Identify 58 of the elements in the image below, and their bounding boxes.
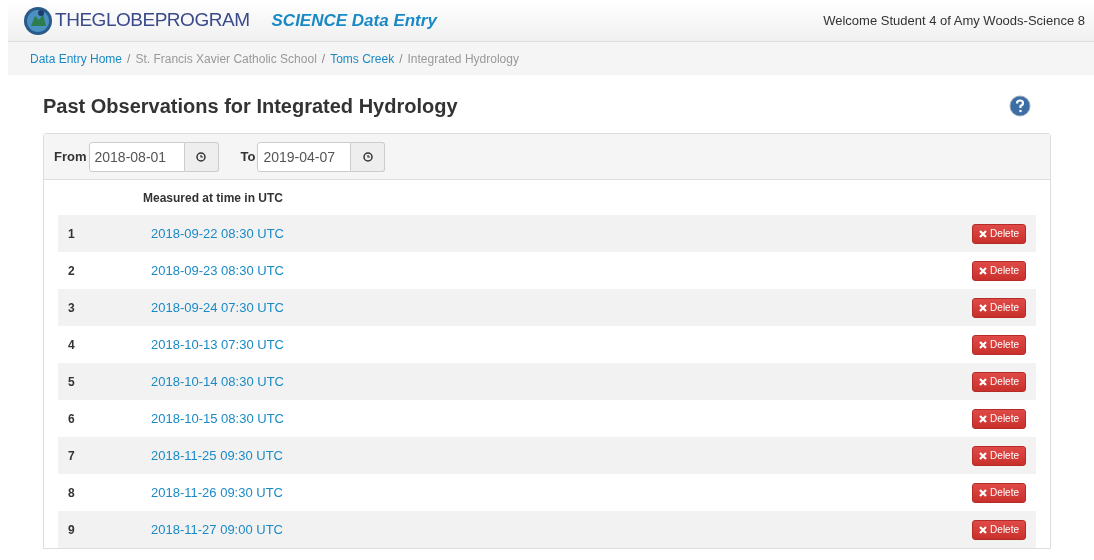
row-number: 2 — [67, 262, 76, 280]
breadcrumb-text: St. Francis Xavier Catholic School — [135, 50, 317, 68]
delete-button[interactable]: Delete — [972, 334, 1026, 355]
delete-button[interactable]: Delete — [972, 297, 1026, 318]
delete-button[interactable]: Delete — [972, 482, 1026, 503]
delete-button[interactable]: Delete — [972, 260, 1026, 281]
cross-icon — [979, 488, 988, 497]
observation-link[interactable]: 2018-09-22 08:30 UTC — [151, 223, 284, 244]
to-date-field[interactable]: 2019-04-07 — [257, 141, 352, 172]
from-clock-button[interactable] — [184, 141, 219, 172]
breadcrumb-separator: / — [126, 50, 132, 68]
help-icon[interactable] — [1009, 95, 1031, 117]
cross-icon — [979, 451, 988, 460]
observation-link[interactable]: 2018-11-25 09:30 UTC — [151, 445, 283, 466]
row-number: 9 — [67, 521, 76, 539]
row-number: 7 — [67, 447, 76, 465]
breadcrumb-link[interactable]: Toms Creek — [330, 49, 395, 68]
delete-button[interactable]: Delete — [972, 223, 1026, 244]
row-number: 5 — [67, 373, 76, 391]
cross-icon — [979, 303, 988, 312]
observation-link[interactable]: 2018-10-15 08:30 UTC — [151, 408, 284, 429]
globe-logo-icon — [23, 5, 53, 36]
app-title: SCIENCE Data Entry — [271, 9, 437, 32]
from-date-field[interactable]: 2018-08-01 — [88, 141, 185, 172]
delete-button[interactable]: Delete — [972, 519, 1026, 540]
cross-icon — [979, 377, 988, 386]
breadcrumb-separator: / — [398, 50, 404, 68]
page-title: Past Observations for Integrated Hydrology — [43, 94, 458, 119]
delete-button[interactable]: Delete — [972, 408, 1026, 429]
cross-icon — [979, 414, 988, 423]
to-label: To — [240, 147, 256, 166]
cross-icon — [979, 229, 988, 238]
row-number: 1 — [67, 225, 76, 243]
cross-icon — [979, 525, 988, 534]
breadcrumb-text: Integrated Hydrology — [407, 50, 519, 68]
observation-link[interactable]: 2018-11-26 09:30 UTC — [151, 482, 283, 503]
observation-link[interactable]: 2018-11-27 09:00 UTC — [151, 519, 283, 540]
breadcrumb-link[interactable]: Data Entry Home — [30, 49, 123, 68]
observation-link[interactable]: 2018-10-14 08:30 UTC — [151, 371, 284, 392]
clock-icon — [196, 151, 206, 162]
from-label: From — [54, 147, 87, 166]
welcome-text: Welcome Student 4 of Amy Woods-Science 8 — [823, 11, 1085, 30]
observation-link[interactable]: 2018-10-13 07:30 UTC — [151, 334, 284, 355]
breadcrumb-separator: / — [320, 50, 327, 68]
delete-button[interactable]: Delete — [972, 371, 1026, 392]
cross-icon — [979, 266, 988, 275]
to-clock-button[interactable] — [351, 141, 386, 172]
clock-icon — [362, 151, 373, 162]
observation-link[interactable]: 2018-09-24 07:30 UTC — [151, 297, 284, 318]
cross-icon — [979, 340, 988, 349]
row-number: 6 — [67, 410, 76, 428]
logo-text: THEGLOBEPROGRAM — [55, 8, 250, 33]
observation-link[interactable]: 2018-09-23 08:30 UTC — [151, 260, 284, 281]
column-header: Measured at time in UTC — [143, 189, 284, 207]
row-number: 8 — [67, 484, 76, 502]
row-number: 3 — [67, 299, 76, 317]
row-number: 4 — [67, 336, 76, 354]
delete-button[interactable]: Delete — [972, 445, 1026, 466]
